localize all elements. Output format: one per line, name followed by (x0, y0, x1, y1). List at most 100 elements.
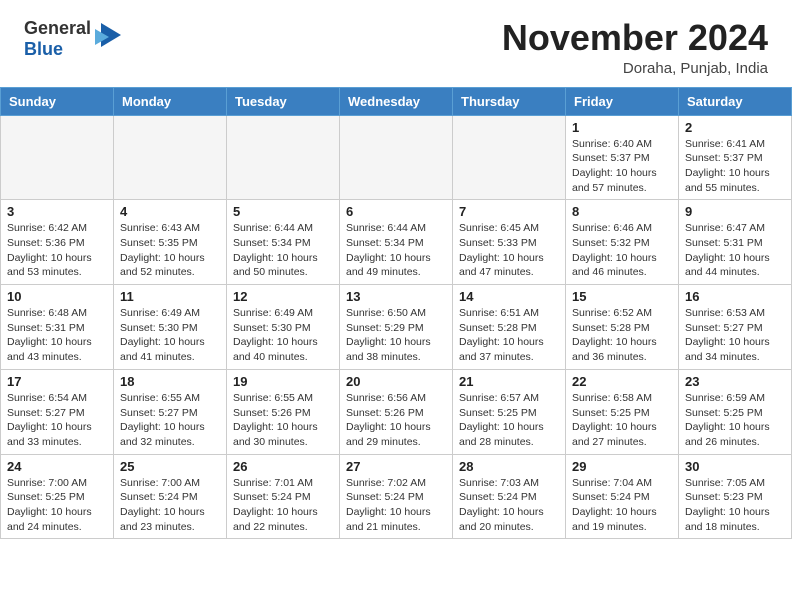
day-number: 20 (346, 374, 446, 389)
weekday-header: Sunday (1, 87, 114, 115)
day-info: Sunrise: 7:00 AM Sunset: 5:25 PM Dayligh… (7, 476, 107, 535)
calendar-cell: 23Sunrise: 6:59 AM Sunset: 5:25 PM Dayli… (679, 369, 792, 454)
day-info: Sunrise: 6:50 AM Sunset: 5:29 PM Dayligh… (346, 306, 446, 365)
day-number: 7 (459, 204, 559, 219)
day-number: 26 (233, 459, 333, 474)
calendar-cell: 15 Sunrise: 6:52 AM Sunset: 5:28 PM Dayli… (566, 285, 679, 370)
calendar-cell: 10 Sunrise: 6:48 AM Sunset: 5:31 PM Dayli… (1, 285, 114, 370)
day-number: 22 (572, 374, 672, 389)
calendar-cell: 20 Sunrise: 6:56 AM Sunset: 5:26 PM Dayli… (340, 369, 453, 454)
calendar-cell: 1 Sunrise: 6:40 AM Sunset: 5:37 PM Daylig… (566, 115, 679, 200)
day-info: Sunrise: 6:49 AM Sunset: 5:30 PM Dayligh… (120, 306, 220, 365)
day-number: 15 (572, 289, 672, 304)
day-number: 21 (459, 374, 559, 389)
calendar-week-row: 10 Sunrise: 6:48 AM Sunset: 5:31 PM Dayli… (1, 285, 792, 370)
day-number: 29 (572, 459, 672, 474)
day-info: Sunrise: 6:40 AM Sunset: 5:37 PM Dayligh… (572, 137, 672, 196)
calendar-cell: 27Sunrise: 7:02 AM Sunset: 5:24 PM Dayli… (340, 454, 453, 539)
day-number: 1 (572, 120, 672, 135)
day-number: 16 (685, 289, 785, 304)
day-info: Sunrise: 6:51 AM Sunset: 5:28 PM Dayligh… (459, 306, 559, 365)
calendar-cell: 21Sunrise: 6:57 AM Sunset: 5:25 PM Dayli… (453, 369, 566, 454)
day-number: 9 (685, 204, 785, 219)
weekday-header: Saturday (679, 87, 792, 115)
calendar-cell (453, 115, 566, 200)
day-number: 3 (7, 204, 107, 219)
calendar-cell (114, 115, 227, 200)
calendar-cell: 9 Sunrise: 6:47 AM Sunset: 5:31 PM Daylig… (679, 200, 792, 285)
day-info: Sunrise: 6:44 AM Sunset: 5:34 PM Dayligh… (233, 221, 333, 280)
day-number: 30 (685, 459, 785, 474)
weekday-header: Friday (566, 87, 679, 115)
calendar-cell (1, 115, 114, 200)
calendar-cell: 3 Sunrise: 6:42 AM Sunset: 5:36 PM Daylig… (1, 200, 114, 285)
calendar-cell: 2 Sunrise: 6:41 AM Sunset: 5:37 PM Daylig… (679, 115, 792, 200)
calendar-cell: 7 Sunrise: 6:45 AM Sunset: 5:33 PM Daylig… (453, 200, 566, 285)
calendar-cell: 5Sunrise: 6:44 AM Sunset: 5:34 PM Daylig… (227, 200, 340, 285)
day-info: Sunrise: 6:45 AM Sunset: 5:33 PM Dayligh… (459, 221, 559, 280)
calendar-cell: 8Sunrise: 6:46 AM Sunset: 5:32 PM Daylig… (566, 200, 679, 285)
day-number: 23 (685, 374, 785, 389)
calendar-cell: 26 Sunrise: 7:01 AM Sunset: 5:24 PM Dayli… (227, 454, 340, 539)
logo-blue: Blue (24, 39, 63, 59)
day-info: Sunrise: 6:44 AM Sunset: 5:34 PM Dayligh… (346, 221, 446, 280)
day-number: 12 (233, 289, 333, 304)
day-number: 25 (120, 459, 220, 474)
weekday-header: Monday (114, 87, 227, 115)
day-info: Sunrise: 6:54 AM Sunset: 5:27 PM Dayligh… (7, 391, 107, 450)
calendar-cell: 22Sunrise: 6:58 AM Sunset: 5:25 PM Dayli… (566, 369, 679, 454)
calendar-cell (340, 115, 453, 200)
day-info: Sunrise: 7:01 AM Sunset: 5:24 PM Dayligh… (233, 476, 333, 535)
calendar-cell: 29 Sunrise: 7:04 AM Sunset: 5:24 PM Dayli… (566, 454, 679, 539)
day-info: Sunrise: 6:42 AM Sunset: 5:36 PM Dayligh… (7, 221, 107, 280)
day-info: Sunrise: 6:47 AM Sunset: 5:31 PM Dayligh… (685, 221, 785, 280)
day-number: 10 (7, 289, 107, 304)
weekday-header: Thursday (453, 87, 566, 115)
calendar-cell: 17 Sunrise: 6:54 AM Sunset: 5:27 PM Dayli… (1, 369, 114, 454)
day-number: 19 (233, 374, 333, 389)
page-header: General Blue November 2024 Doraha, Punja… (0, 0, 792, 87)
calendar-table: SundayMondayTuesdayWednesdayThursdayFrid… (0, 87, 792, 540)
title-block: November 2024 Doraha, Punjab, India (502, 18, 768, 77)
calendar-cell: 13 Sunrise: 6:50 AM Sunset: 5:29 PM Dayli… (340, 285, 453, 370)
day-info: Sunrise: 7:05 AM Sunset: 5:23 PM Dayligh… (685, 476, 785, 535)
weekday-header: Wednesday (340, 87, 453, 115)
day-info: Sunrise: 6:52 AM Sunset: 5:28 PM Dayligh… (572, 306, 672, 365)
calendar-cell: 4 Sunrise: 6:43 AM Sunset: 5:35 PM Daylig… (114, 200, 227, 285)
calendar-cell (227, 115, 340, 200)
day-number: 11 (120, 289, 220, 304)
day-number: 2 (685, 120, 785, 135)
day-number: 17 (7, 374, 107, 389)
calendar-week-row: 1 Sunrise: 6:40 AM Sunset: 5:37 PM Daylig… (1, 115, 792, 200)
day-info: Sunrise: 7:04 AM Sunset: 5:24 PM Dayligh… (572, 476, 672, 535)
calendar-week-row: 17 Sunrise: 6:54 AM Sunset: 5:27 PM Dayli… (1, 369, 792, 454)
logo-general: General (24, 18, 91, 38)
day-number: 24 (7, 459, 107, 474)
day-number: 14 (459, 289, 559, 304)
calendar-cell: 25 Sunrise: 7:00 AM Sunset: 5:24 PM Dayli… (114, 454, 227, 539)
day-info: Sunrise: 6:43 AM Sunset: 5:35 PM Dayligh… (120, 221, 220, 280)
day-number: 6 (346, 204, 446, 219)
weekday-header-row: SundayMondayTuesdayWednesdayThursdayFrid… (1, 87, 792, 115)
calendar-cell: 24 Sunrise: 7:00 AM Sunset: 5:25 PM Dayli… (1, 454, 114, 539)
day-info: Sunrise: 6:55 AM Sunset: 5:27 PM Dayligh… (120, 391, 220, 450)
calendar-cell: 16Sunrise: 6:53 AM Sunset: 5:27 PM Dayli… (679, 285, 792, 370)
day-info: Sunrise: 7:00 AM Sunset: 5:24 PM Dayligh… (120, 476, 220, 535)
calendar-cell: 6 Sunrise: 6:44 AM Sunset: 5:34 PM Daylig… (340, 200, 453, 285)
calendar-cell: 18Sunrise: 6:55 AM Sunset: 5:27 PM Dayli… (114, 369, 227, 454)
day-number: 4 (120, 204, 220, 219)
location: Doraha, Punjab, India (502, 60, 768, 77)
day-info: Sunrise: 6:41 AM Sunset: 5:37 PM Dayligh… (685, 137, 785, 196)
day-info: Sunrise: 6:56 AM Sunset: 5:26 PM Dayligh… (346, 391, 446, 450)
day-info: Sunrise: 6:48 AM Sunset: 5:31 PM Dayligh… (7, 306, 107, 365)
day-info: Sunrise: 7:03 AM Sunset: 5:24 PM Dayligh… (459, 476, 559, 535)
weekday-header: Tuesday (227, 87, 340, 115)
day-number: 27 (346, 459, 446, 474)
calendar-cell: 19Sunrise: 6:55 AM Sunset: 5:26 PM Dayli… (227, 369, 340, 454)
day-number: 13 (346, 289, 446, 304)
calendar-cell: 11 Sunrise: 6:49 AM Sunset: 5:30 PM Dayli… (114, 285, 227, 370)
calendar-week-row: 24 Sunrise: 7:00 AM Sunset: 5:25 PM Dayli… (1, 454, 792, 539)
day-number: 28 (459, 459, 559, 474)
day-info: Sunrise: 6:46 AM Sunset: 5:32 PM Dayligh… (572, 221, 672, 280)
day-info: Sunrise: 6:49 AM Sunset: 5:30 PM Dayligh… (233, 306, 333, 365)
